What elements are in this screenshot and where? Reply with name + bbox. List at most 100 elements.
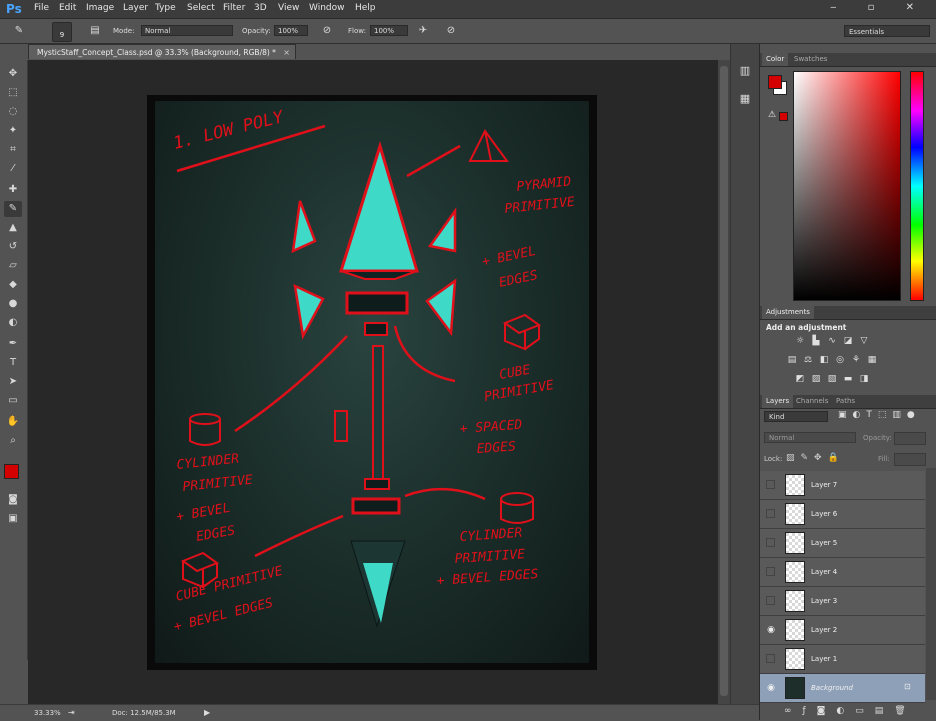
hand-tool-icon[interactable]: ✋ xyxy=(4,414,22,430)
zoom-tool-icon[interactable]: ⌕ xyxy=(4,433,22,449)
menu-edit[interactable]: Edit xyxy=(59,3,76,13)
workspace-select[interactable]: Essentials xyxy=(844,25,930,37)
window-controls[interactable]: ‒ ▫ ✕ xyxy=(830,2,928,13)
pressure-size-icon[interactable]: ⊘ xyxy=(444,24,458,38)
threshold-icon[interactable]: ▧ xyxy=(826,374,838,385)
canvas-vertical-scrollbar[interactable] xyxy=(718,60,730,706)
lasso-tool-icon[interactable]: ◌ xyxy=(4,104,22,120)
black-white-icon[interactable]: ◧ xyxy=(818,355,830,366)
posterize-icon[interactable]: ▨ xyxy=(810,374,822,385)
status-menu-arrow-icon[interactable]: ▶ xyxy=(204,708,210,717)
eye-icon[interactable]: ◉ xyxy=(766,683,776,693)
brush-panel-toggle-icon[interactable]: ▤ xyxy=(88,24,102,38)
properties-panel-icon[interactable]: ▦ xyxy=(736,90,754,108)
blend-mode-select[interactable]: Normal xyxy=(764,432,856,443)
menu-layer[interactable]: Layer xyxy=(123,3,148,13)
document-tab[interactable]: MysticStaff_Concept_Class.psd @ 33.3% (B… xyxy=(28,44,296,59)
history-brush-tool-icon[interactable]: ↺ xyxy=(4,239,22,255)
blur-tool-icon[interactable]: ● xyxy=(4,296,22,312)
exposure-icon[interactable]: ◪ xyxy=(842,336,854,347)
move-tool-icon[interactable]: ✥ xyxy=(4,66,22,82)
gamut-color-swatch[interactable] xyxy=(779,112,788,121)
hue-saturation-icon[interactable]: ▤ xyxy=(786,355,798,366)
quick-select-tool-icon[interactable]: ✦ xyxy=(4,123,22,139)
mode-select[interactable]: Normal xyxy=(141,25,233,36)
menu-help[interactable]: Help xyxy=(355,3,376,13)
tab-swatches[interactable]: Swatches xyxy=(794,55,827,63)
type-tool-icon[interactable]: T xyxy=(4,355,22,371)
menu-image[interactable]: Image xyxy=(86,3,114,13)
flow-field[interactable]: 100% xyxy=(370,25,408,36)
layer-opacity-field[interactable] xyxy=(894,432,926,445)
layer-filter-icons[interactable]: ▣◐T⬚▥● xyxy=(838,410,921,420)
close-tab-icon[interactable]: × xyxy=(283,45,290,60)
rectangle-tool-icon[interactable]: ▭ xyxy=(4,393,22,409)
foreground-color-swatch[interactable] xyxy=(4,464,19,479)
healing-brush-tool-icon[interactable]: ✚ xyxy=(4,182,22,198)
layer-filter-kind-select[interactable]: Kind xyxy=(764,411,828,422)
tab-channels[interactable]: Channels xyxy=(796,397,828,405)
pressure-opacity-icon[interactable]: ⊘ xyxy=(320,24,334,38)
marquee-tool-icon[interactable]: ⬚ xyxy=(4,85,22,101)
hue-slider[interactable] xyxy=(910,71,924,301)
brush-tool-icon[interactable]: ✎ xyxy=(4,201,22,217)
menu-3d[interactable]: 3D xyxy=(254,3,267,13)
invert-icon[interactable]: ◩ xyxy=(794,374,806,385)
lock-icons[interactable]: ▨✎✥🔒 xyxy=(786,453,845,463)
tab-color[interactable]: Color xyxy=(762,53,789,66)
color-lookup-icon[interactable]: ▦ xyxy=(866,355,878,366)
brightness-contrast-icon[interactable]: ☼ xyxy=(794,336,806,347)
eyedropper-tool-icon[interactable]: ⁄ xyxy=(4,161,22,177)
layer-row[interactable]: Layer 1 xyxy=(760,645,925,674)
eraser-tool-icon[interactable]: ▱ xyxy=(4,258,22,274)
quick-mask-icon[interactable]: ◙ xyxy=(4,492,22,508)
layer-row[interactable]: Layer 3 xyxy=(760,587,925,616)
history-panel-icon[interactable]: ▥ xyxy=(736,62,754,80)
visibility-toggle[interactable] xyxy=(766,567,775,576)
menu-select[interactable]: Select xyxy=(187,3,215,13)
document-canvas[interactable]: 1. LOW POLY PYRAMID PRIMITIVE + BEVEL ED… xyxy=(147,95,597,670)
brush-tool-icon[interactable]: ✎ xyxy=(12,24,26,38)
fill-field[interactable] xyxy=(894,453,926,466)
visibility-toggle[interactable] xyxy=(766,654,775,663)
zoom-level[interactable]: 33.33% xyxy=(34,709,61,717)
levels-icon[interactable]: ▙ xyxy=(810,336,822,347)
tab-paths[interactable]: Paths xyxy=(836,397,855,405)
eye-icon[interactable]: ◉ xyxy=(766,625,776,635)
screen-mode-icon[interactable]: ▣ xyxy=(4,511,22,527)
menu-view[interactable]: View xyxy=(278,3,299,13)
menu-window[interactable]: Window xyxy=(309,3,345,13)
layer-row-selected[interactable]: ◉ Background ⊡ xyxy=(760,674,925,703)
brush-preset-picker[interactable]: 9 xyxy=(52,22,72,42)
selective-color-icon[interactable]: ◨ xyxy=(858,374,870,385)
layers-scrollbar[interactable] xyxy=(926,468,936,700)
color-panel-foreground[interactable] xyxy=(768,75,782,89)
menu-filter[interactable]: Filter xyxy=(223,3,245,13)
airbrush-icon[interactable]: ✈ xyxy=(416,24,430,38)
gradient-map-icon[interactable]: ▬ xyxy=(842,374,854,385)
path-select-tool-icon[interactable]: ➤ xyxy=(4,374,22,390)
vibrance-icon[interactable]: ▽ xyxy=(858,336,870,347)
visibility-toggle[interactable] xyxy=(766,538,775,547)
scrollbar-thumb[interactable] xyxy=(720,66,728,696)
layer-row[interactable]: Layer 6 xyxy=(760,500,925,529)
menu-file[interactable]: File xyxy=(34,3,49,13)
layers-footer-icons[interactable]: ∞ƒ◙◐▭▤🗑 xyxy=(784,706,917,716)
color-balance-icon[interactable]: ⚖ xyxy=(802,355,814,366)
channel-mixer-icon[interactable]: ⚘ xyxy=(850,355,862,366)
layer-row[interactable]: Layer 4 xyxy=(760,558,925,587)
layer-row[interactable]: ◉ Layer 2 xyxy=(760,616,925,645)
opacity-field[interactable]: 100% xyxy=(274,25,308,36)
crop-tool-icon[interactable]: ⌗ xyxy=(4,142,22,158)
pen-tool-icon[interactable]: ✒ xyxy=(4,336,22,352)
export-icon[interactable]: ⇥ xyxy=(68,708,75,717)
paint-bucket-tool-icon[interactable]: ◆ xyxy=(4,277,22,293)
clone-stamp-tool-icon[interactable]: ▲ xyxy=(4,220,22,236)
tab-adjustments[interactable]: Adjustments xyxy=(762,306,814,319)
visibility-toggle[interactable] xyxy=(766,596,775,605)
layer-row[interactable]: Layer 7 xyxy=(760,471,925,500)
visibility-toggle[interactable] xyxy=(766,509,775,518)
menu-type[interactable]: Type xyxy=(155,3,176,13)
photo-filter-icon[interactable]: ◎ xyxy=(834,355,846,366)
dodge-tool-icon[interactable]: ◐ xyxy=(4,315,22,331)
